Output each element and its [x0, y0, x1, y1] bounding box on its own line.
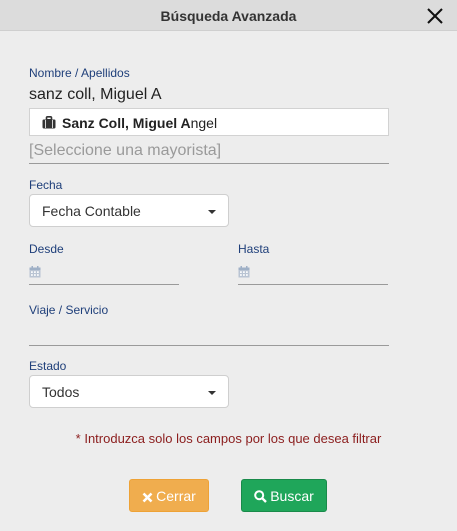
- suggestion-rest: ngel: [190, 115, 218, 131]
- to-label: Hasta: [238, 242, 270, 256]
- to-date-field[interactable]: [238, 261, 388, 285]
- close-icon: [142, 492, 153, 503]
- suggestion-label: Sanz Coll, Miguel Angel: [62, 115, 217, 131]
- advanced-search-dialog: Búsqueda Avanzada Nombre / Apellidos san…: [0, 0, 457, 531]
- search-button[interactable]: Buscar: [241, 479, 327, 512]
- status-select[interactable]: Todos: [29, 375, 229, 408]
- wholesaler-field[interactable]: [Seleccione una mayorista]: [29, 141, 389, 164]
- from-label: Desde: [29, 242, 64, 256]
- cancel-button-label: Cerrar: [156, 488, 196, 504]
- calendar-icon: [29, 266, 41, 278]
- briefcase-icon: [42, 116, 56, 129]
- calendar-icon: [238, 266, 250, 278]
- filter-hint: * Introduzca solo los campos por los que…: [75, 431, 382, 446]
- chevron-down-icon: [208, 210, 216, 214]
- suggestion-match: Sanz Coll, Miguel A: [62, 115, 191, 131]
- trip-input[interactable]: [29, 320, 389, 346]
- date-type-label: Fecha: [29, 178, 63, 192]
- dialog-title: Búsqueda Avanzada: [160, 8, 297, 24]
- close-icon: [427, 8, 443, 24]
- name-input[interactable]: sanz coll, Miguel A: [29, 86, 162, 104]
- chevron-down-icon: [208, 391, 216, 395]
- date-type-value: Fecha Contable: [42, 203, 141, 219]
- cancel-button[interactable]: Cerrar: [129, 479, 209, 512]
- status-label: Estado: [29, 359, 67, 373]
- autocomplete-suggestion[interactable]: Sanz Coll, Miguel Angel: [29, 108, 389, 136]
- close-button[interactable]: [425, 6, 445, 26]
- date-type-select[interactable]: Fecha Contable: [29, 194, 229, 227]
- status-value: Todos: [42, 384, 80, 400]
- name-label: Nombre / Apellidos: [29, 66, 130, 80]
- from-date-field[interactable]: [29, 261, 179, 285]
- dialog-header: Búsqueda Avanzada: [0, 0, 457, 31]
- search-button-label: Buscar: [270, 488, 314, 504]
- trip-label: Viaje / Servicio: [29, 303, 109, 317]
- search-icon: [254, 490, 268, 503]
- wholesaler-placeholder: [Seleccione una mayorista]: [29, 142, 222, 159]
